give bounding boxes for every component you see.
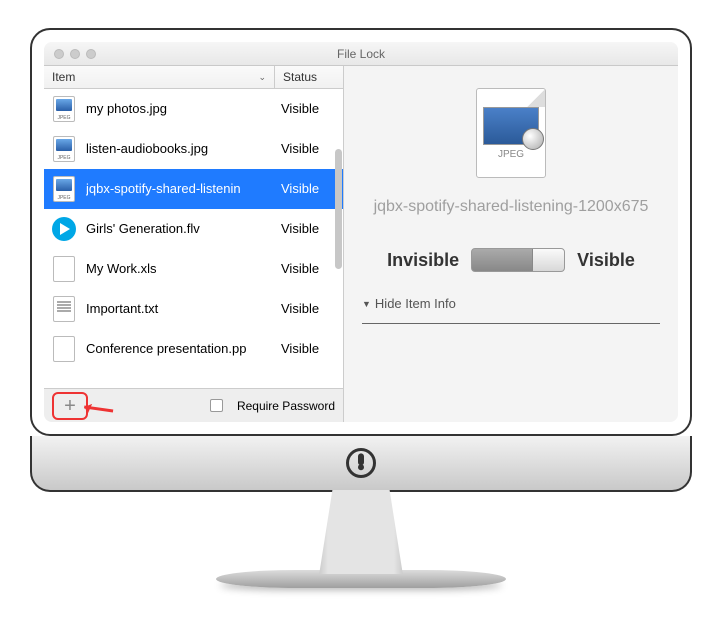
app-window: File Lock Item ⌄ Status [44, 42, 678, 422]
file-icon [50, 95, 78, 123]
file-name: Important.txt [86, 301, 281, 316]
file-name: Girls' Generation.flv [86, 221, 281, 236]
plus-icon: + [64, 396, 76, 416]
file-status: Visible [281, 221, 343, 236]
file-status: Visible [281, 341, 343, 356]
window-title: File Lock [44, 47, 678, 61]
sort-caret-icon: ⌄ [258, 72, 266, 83]
file-status: Visible [281, 261, 343, 276]
visibility-toggle-row: Invisible Visible [362, 248, 660, 272]
preview-icon: JPEG [476, 88, 546, 178]
titlebar: File Lock [44, 42, 678, 66]
table-row[interactable]: Important.txt Visible [44, 289, 343, 329]
file-icon [50, 255, 78, 283]
file-icon [50, 135, 78, 163]
detail-filename: jqbx-spotify-shared-listening-1200x675 [362, 198, 660, 216]
column-item-label: Item [52, 70, 75, 84]
scrollbar[interactable] [335, 149, 342, 269]
table-row[interactable]: jqbx-spotify-shared-listenin Visible [44, 169, 343, 209]
column-headers: Item ⌄ Status [44, 66, 343, 89]
content: Item ⌄ Status my photos.jpg Visible [44, 66, 678, 422]
table-row[interactable]: listen-audiobooks.jpg Visible [44, 129, 343, 169]
table-row[interactable]: Girls' Generation.flv Visible [44, 209, 343, 249]
file-status: Visible [281, 301, 343, 316]
column-status-label: Status [283, 70, 317, 84]
visible-label: Visible [577, 250, 635, 271]
annotation-arrow-icon [75, 393, 116, 422]
file-name: my photos.jpg [86, 101, 281, 116]
column-status[interactable]: Status [275, 66, 343, 88]
preview-icon-label: JPEG [477, 149, 545, 160]
file-icon [50, 215, 78, 243]
require-password-label: Require Password [237, 399, 335, 413]
file-status: Visible [281, 141, 343, 156]
detail-panel: JPEG jqbx-spotify-shared-listening-1200x… [344, 66, 678, 422]
column-item[interactable]: Item ⌄ [44, 66, 275, 88]
file-list-panel: Item ⌄ Status my photos.jpg Visible [44, 66, 344, 422]
imac-frame: File Lock Item ⌄ Status [30, 28, 692, 588]
add-button[interactable]: + [52, 392, 88, 420]
visibility-toggle[interactable] [471, 248, 565, 272]
toggle-knob [532, 249, 564, 271]
file-icon [50, 335, 78, 363]
invisible-label: Invisible [387, 250, 459, 271]
file-name: Conference presentation.pp [86, 341, 281, 356]
bottom-bar: + Require Password [44, 388, 343, 422]
file-icon [50, 295, 78, 323]
table-row[interactable]: my photos.jpg Visible [44, 89, 343, 129]
file-icon [50, 175, 78, 203]
screen: File Lock Item ⌄ Status [30, 28, 692, 436]
file-name: My Work.xls [86, 261, 281, 276]
table-row[interactable]: My Work.xls Visible [44, 249, 343, 289]
disclosure-triangle-icon: ▼ [362, 299, 371, 309]
require-password-checkbox[interactable] [210, 399, 223, 412]
imac-chin [30, 436, 692, 492]
divider [362, 323, 660, 324]
file-rows: my photos.jpg Visible listen-audiobooks.… [44, 89, 343, 388]
power-logo-icon [346, 448, 376, 478]
file-name: jqbx-spotify-shared-listenin [86, 181, 281, 196]
table-row[interactable]: Conference presentation.pp Visible [44, 329, 343, 369]
file-status: Visible [281, 101, 343, 116]
file-name: listen-audiobooks.jpg [86, 141, 281, 156]
hide-item-info-toggle[interactable]: ▼ Hide Item Info [362, 296, 660, 311]
imac-stand [30, 490, 692, 588]
hide-item-info-label: Hide Item Info [375, 296, 456, 311]
file-status: Visible [281, 181, 343, 196]
